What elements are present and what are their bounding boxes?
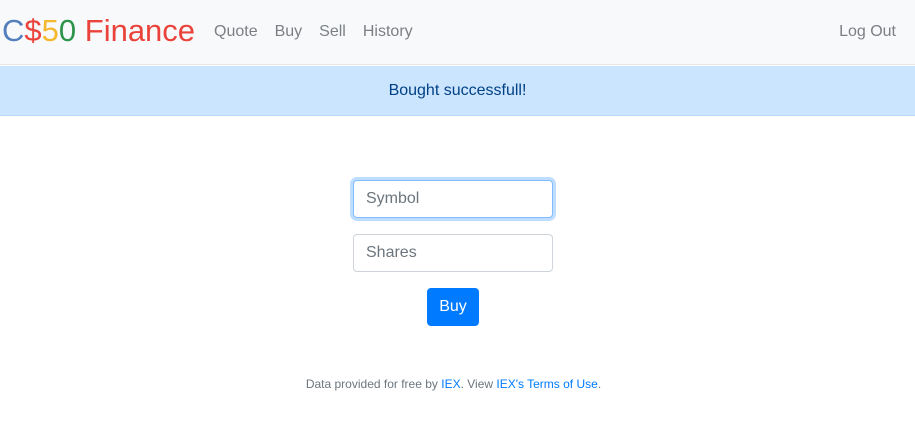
- brand-word-finance: Finance: [76, 13, 196, 48]
- brand-letter-5: 5: [41, 13, 59, 48]
- nav-link-sell[interactable]: Sell: [319, 22, 346, 42]
- brand-letter-dollar: $: [24, 13, 42, 48]
- footer-text-after: .: [597, 377, 602, 391]
- logout-link[interactable]: Log Out: [839, 22, 896, 42]
- buy-button[interactable]: Buy: [427, 288, 479, 326]
- iex-link[interactable]: IEX: [441, 377, 460, 391]
- nav-link-buy[interactable]: Buy: [275, 22, 303, 42]
- success-alert: Bought successfull!: [0, 66, 915, 116]
- footer-text-middle: . View: [460, 377, 497, 391]
- terms-link[interactable]: IEX's Terms of Use: [496, 377, 597, 391]
- symbol-input[interactable]: [353, 180, 553, 218]
- navbar: C$50 Finance Quote Buy Sell History Log …: [0, 0, 915, 65]
- nav-link-history[interactable]: History: [363, 22, 413, 42]
- nav-links: Quote Buy Sell History: [214, 22, 430, 42]
- nav-link-quote[interactable]: Quote: [214, 22, 258, 42]
- footer: Data provided for free by IEX. View IEX'…: [0, 376, 907, 392]
- brand-letter-c: C: [2, 13, 25, 48]
- brand-letter-0: 0: [58, 13, 77, 48]
- shares-input[interactable]: [353, 234, 553, 272]
- brand-logo[interactable]: C$50 Finance: [2, 13, 195, 49]
- footer-text-before: Data provided for free by: [305, 377, 442, 391]
